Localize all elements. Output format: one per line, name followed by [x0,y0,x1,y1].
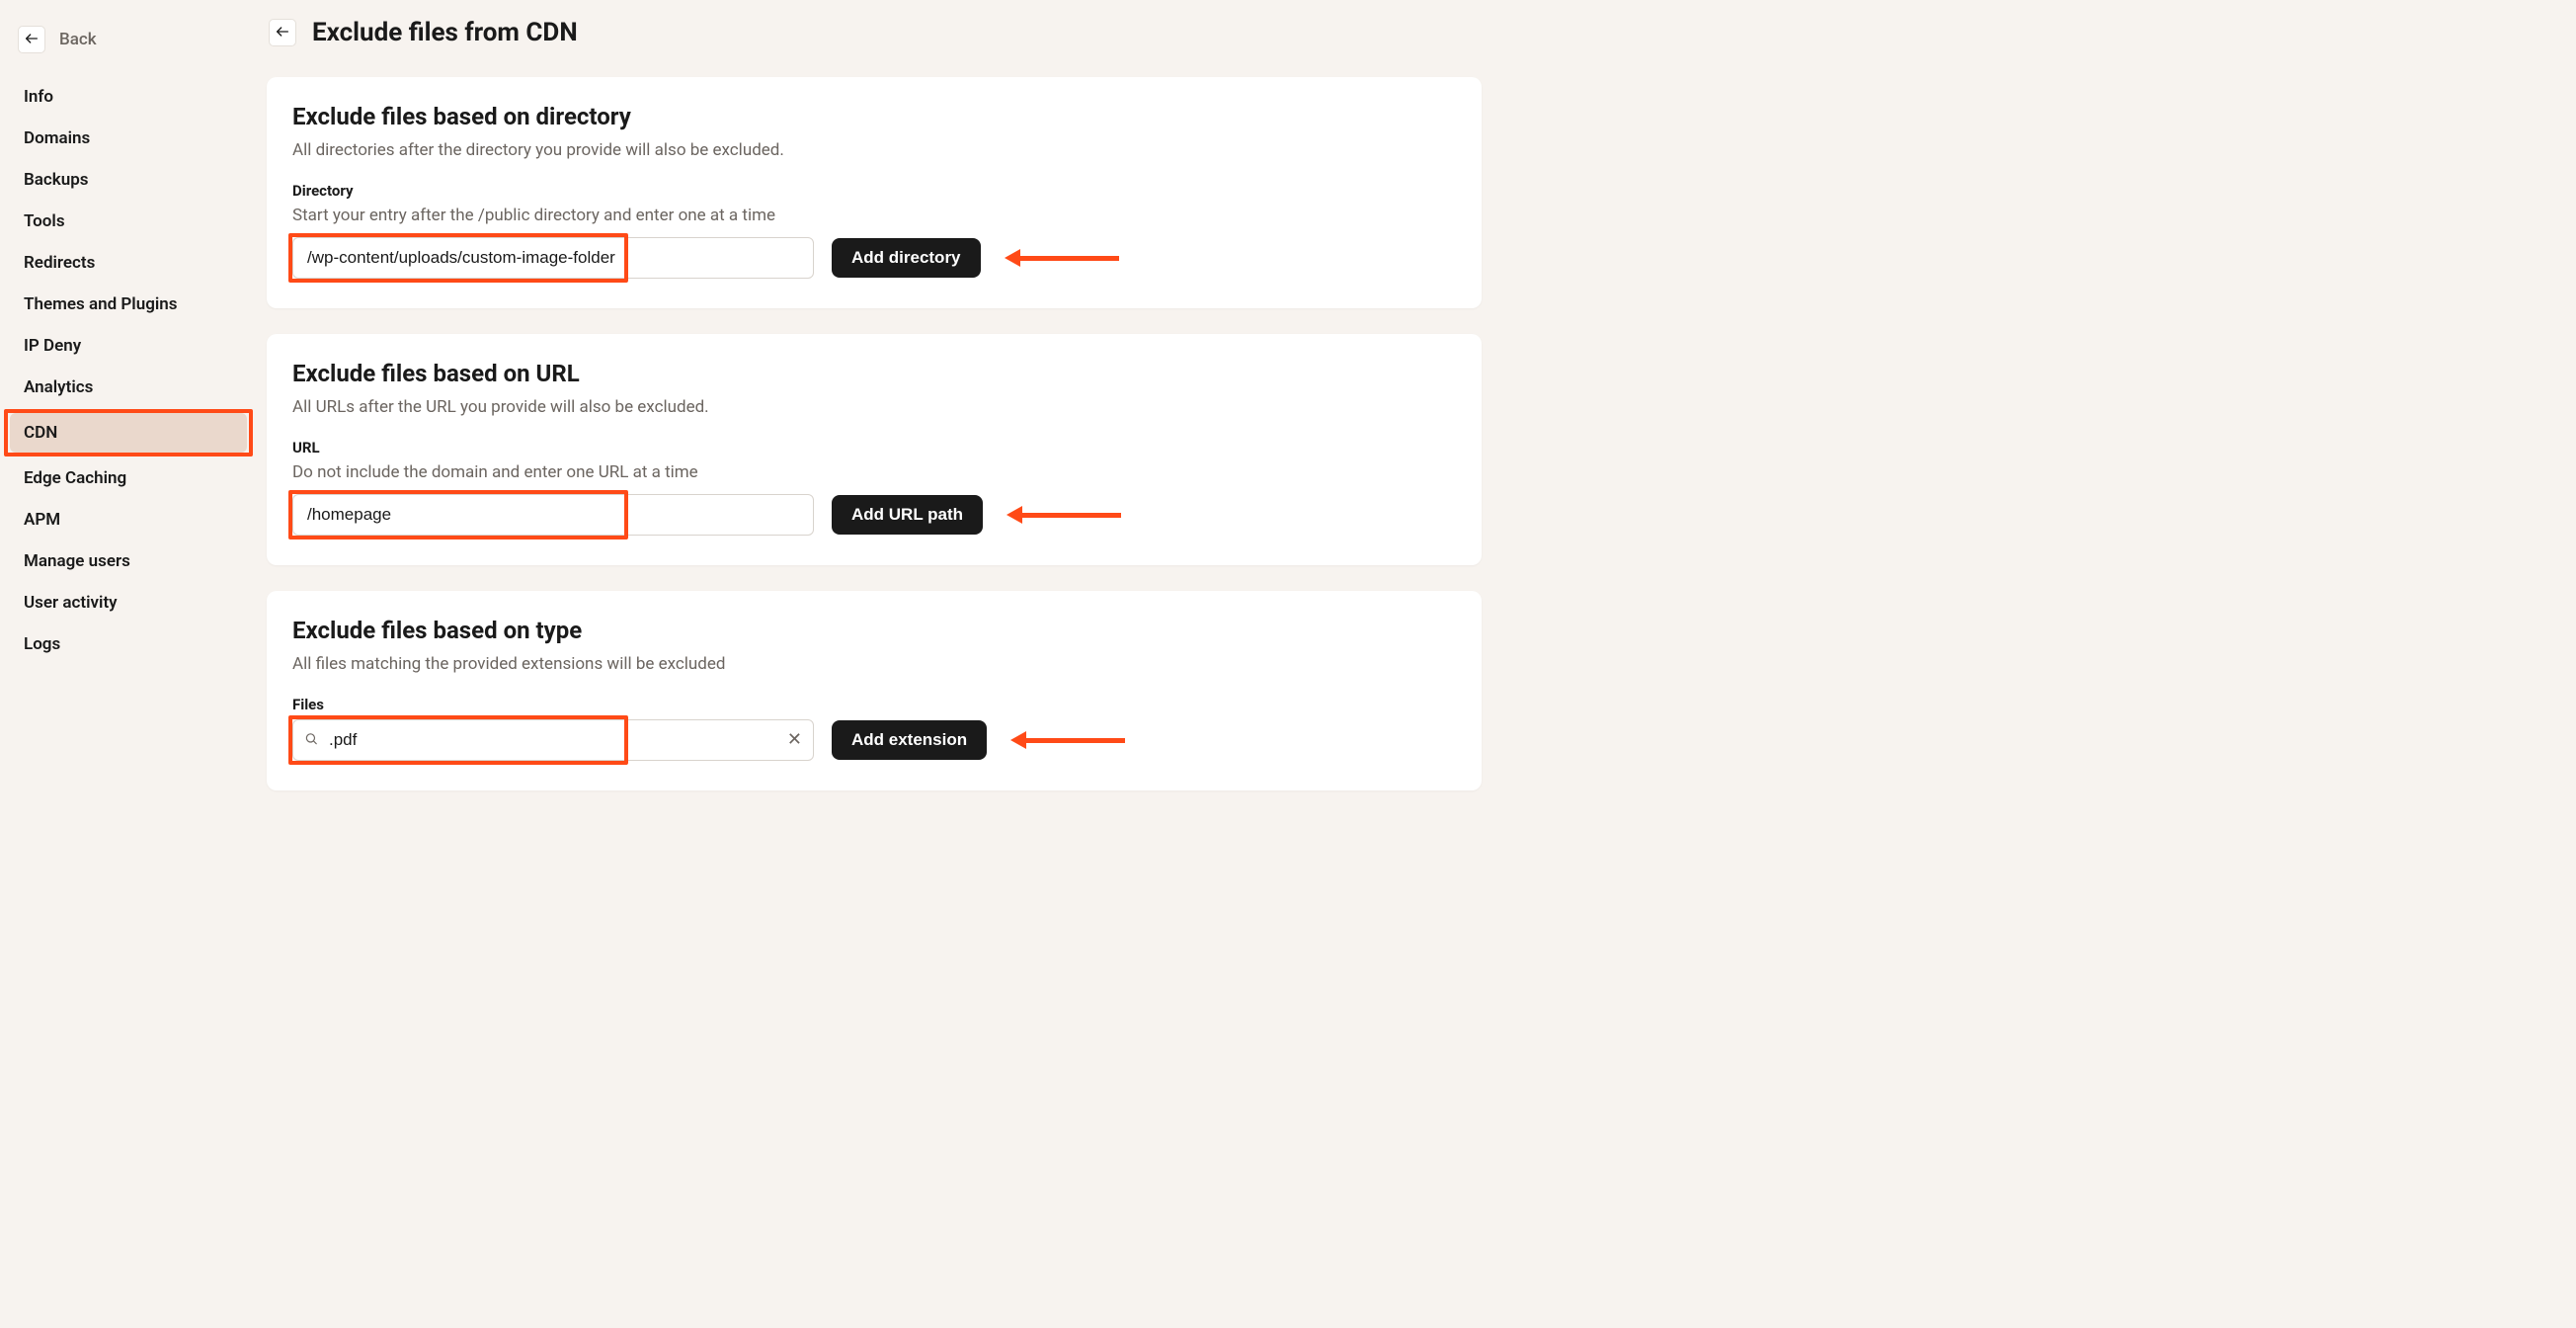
sidebar-item-domains[interactable]: Domains [10,119,247,158]
input-row-url: Add URL path [292,494,1456,536]
sidebar-item-info[interactable]: Info [10,77,247,117]
card-exclude-type: Exclude files based on type All files ma… [267,591,1482,790]
sidebar-item-redirects[interactable]: Redirects [10,243,247,283]
sidebar-item-edge-caching[interactable]: Edge Caching [10,458,247,498]
sidebar-item-manage-users[interactable]: Manage users [10,541,247,581]
input-wrap-directory [292,237,814,279]
card-description: All URLs after the URL you provide will … [292,397,1456,417]
input-wrap-url [292,494,814,536]
card-title: Exclude files based on directory [292,103,1456,130]
arrow-left-icon [275,24,290,42]
page-back-button[interactable] [269,19,296,46]
arrow-line-icon [1020,256,1119,261]
field-label-directory: Directory [292,182,1456,200]
add-url-path-button[interactable]: Add URL path [832,495,983,535]
url-input[interactable] [292,494,814,536]
sidebar-item-user-activity[interactable]: User activity [10,583,247,622]
sidebar-nav: Info Domains Backups Tools Redirects The… [10,77,247,664]
sidebar-item-cdn[interactable]: CDN [10,413,247,453]
arrow-head-icon [1005,249,1020,267]
main-content: Exclude files from CDN Exclude files bas… [257,0,1501,1328]
input-row-directory: Add directory [292,237,1456,279]
annotation-arrow-type [1010,731,1125,749]
clear-input-button[interactable]: ✕ [787,731,802,749]
card-exclude-directory: Exclude files based on directory All dir… [267,77,1482,308]
arrow-line-icon [1026,738,1125,743]
arrow-head-icon [1010,731,1026,749]
input-wrap-type: ✕ [292,719,814,761]
sidebar-item-themes-and-plugins[interactable]: Themes and Plugins [10,285,247,324]
annotation-highlight-sidebar-cdn: CDN [4,409,253,456]
sidebar-item-tools[interactable]: Tools [10,202,247,241]
sidebar-item-backups[interactable]: Backups [10,160,247,200]
card-description: All directories after the directory you … [292,140,1456,160]
field-label-url: URL [292,439,1456,456]
sidebar-back-button[interactable] [18,26,45,53]
card-title: Exclude files based on URL [292,360,1456,387]
field-hint-directory: Start your entry after the /public direc… [292,206,1456,225]
sidebar-item-ip-deny[interactable]: IP Deny [10,326,247,366]
annotation-arrow-url [1006,506,1121,524]
card-exclude-url: Exclude files based on URL All URLs afte… [267,334,1482,565]
arrow-head-icon [1006,506,1022,524]
field-label-files: Files [292,696,1456,713]
sidebar-item-analytics[interactable]: Analytics [10,368,247,407]
arrow-line-icon [1022,513,1121,518]
add-directory-button[interactable]: Add directory [832,238,981,278]
page-title: Exclude files from CDN [312,18,578,47]
arrow-left-icon [24,31,40,49]
directory-input[interactable] [292,237,814,279]
field-hint-url: Do not include the domain and enter one … [292,462,1456,482]
close-icon: ✕ [787,729,802,750]
sidebar: Back Info Domains Backups Tools Redirect… [0,0,257,1328]
sidebar-back-label: Back [59,30,97,49]
add-extension-button[interactable]: Add extension [832,720,987,760]
sidebar-item-apm[interactable]: APM [10,500,247,540]
annotation-arrow-directory [1005,249,1119,267]
files-input[interactable] [292,719,814,761]
input-row-type: ✕ Add extension [292,719,1456,761]
sidebar-back-row: Back [10,20,247,77]
card-description: All files matching the provided extensio… [292,654,1456,674]
sidebar-item-logs[interactable]: Logs [10,624,247,664]
page-header: Exclude files from CDN [267,18,1482,47]
card-title: Exclude files based on type [292,617,1456,644]
